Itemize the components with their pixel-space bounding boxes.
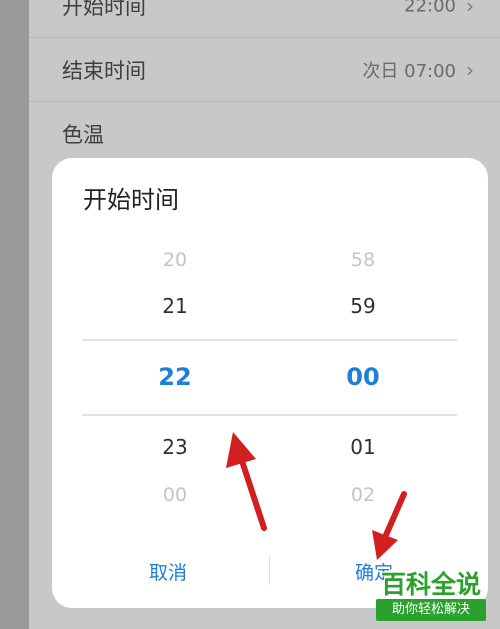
watermark-slogan: 助你轻松解决 (376, 599, 486, 621)
annotation-arrows (226, 432, 407, 560)
arrow-up-icon (226, 432, 267, 531)
watermark-logo: 百科全说 助你轻松解决 (368, 565, 494, 623)
arrow-down-icon (372, 491, 407, 560)
watermark-brand: 百科全说 (380, 570, 481, 599)
